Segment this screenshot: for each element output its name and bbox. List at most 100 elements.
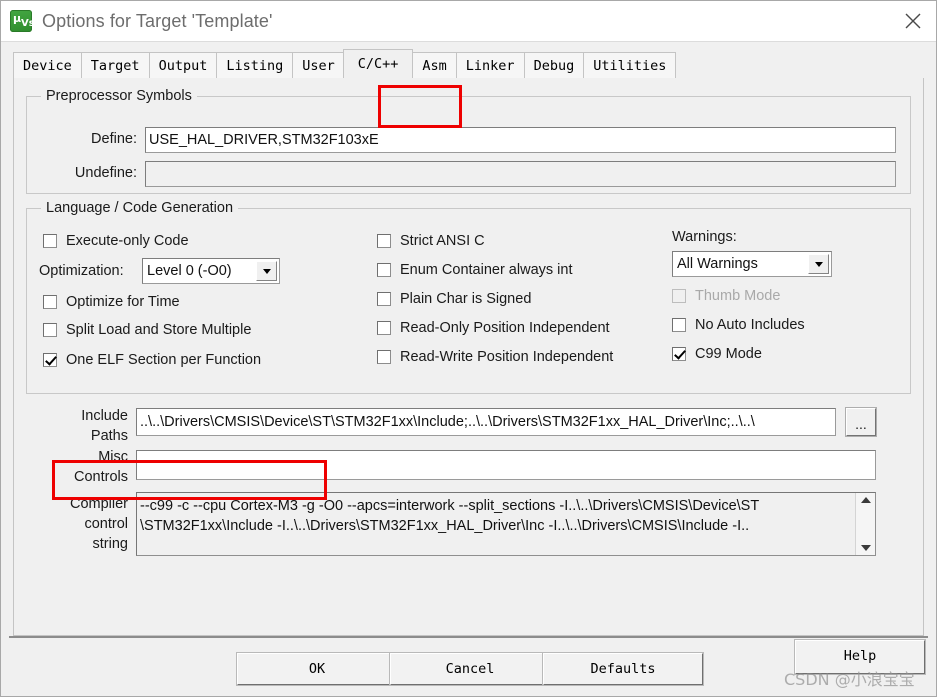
- tab-label: Utilities: [593, 57, 667, 74]
- cancel-button[interactable]: Cancel: [390, 653, 550, 685]
- compiler-control-string-scrollbar[interactable]: [855, 493, 875, 555]
- checkbox-strict-ansi-c[interactable]: Strict ANSI C: [377, 233, 485, 249]
- include-paths-label-line1: Include: [81, 408, 128, 424]
- warnings-label: Warnings:: [672, 229, 737, 245]
- compiler-control-string-label-line3: string: [92, 536, 128, 552]
- checkbox-thumb-mode: Thumb Mode: [672, 288, 780, 304]
- tab-listing[interactable]: Listing: [216, 52, 293, 78]
- tab-label: Output: [158, 57, 208, 74]
- checkbox-box: [672, 347, 686, 361]
- language-code-generation-group: Language / Code Generation Execute-only …: [26, 200, 911, 394]
- checkbox-box: [377, 350, 391, 364]
- checkbox-box: [377, 321, 391, 335]
- tab-label: Debug: [533, 57, 575, 74]
- checkbox-read-only-position-independent[interactable]: Read-Only Position Independent: [377, 320, 610, 336]
- misc-controls-input[interactable]: [136, 450, 876, 480]
- dialog-button-bar: OK Cancel Defaults Help: [1, 636, 936, 696]
- defaults-button[interactable]: Defaults: [543, 653, 703, 685]
- tab-asm[interactable]: Asm: [412, 52, 456, 78]
- checkbox-optimize-for-time[interactable]: Optimize for Time: [43, 294, 180, 310]
- options-dialog-window: μ Vs Options for Target 'Template' Device…: [0, 0, 937, 697]
- misc-controls-label-line1: Misc: [98, 449, 128, 465]
- warnings-select[interactable]: All Warnings: [672, 251, 832, 277]
- checkbox-label: Strict ANSI C: [400, 233, 485, 249]
- chevron-down-icon: [256, 261, 277, 281]
- chevron-down-icon: [808, 254, 829, 274]
- checkbox-label: Optimize for Time: [66, 294, 180, 310]
- checkbox-box: [43, 295, 57, 309]
- tab-user[interactable]: User: [292, 52, 344, 78]
- tab-utilities[interactable]: Utilities: [583, 52, 677, 78]
- checkbox-read-write-position-independent[interactable]: Read-Write Position Independent: [377, 349, 613, 365]
- compiler-control-string-value: --c99 -c --cpu Cortex-M3 -g -O0 --apcs=i…: [140, 498, 760, 534]
- checkbox-box: [377, 234, 391, 248]
- tab-linker[interactable]: Linker: [455, 52, 524, 78]
- ok-button[interactable]: OK: [237, 653, 397, 685]
- include-paths-label-line2: Paths: [90, 428, 128, 444]
- compiler-control-string-label-line2: control: [84, 516, 128, 532]
- optimization-select[interactable]: Level 0 (-O0): [142, 258, 280, 284]
- undefine-input[interactable]: [145, 161, 896, 187]
- warnings-value: All Warnings: [677, 256, 758, 272]
- tab-target[interactable]: Target: [80, 52, 149, 78]
- tab-label: Listing: [226, 57, 284, 74]
- checkbox-box: [672, 289, 686, 303]
- tab-label: Device: [23, 57, 72, 74]
- undefine-label: Undefine:: [74, 165, 137, 181]
- define-input[interactable]: USE_HAL_DRIVER,STM32F103xE: [145, 127, 896, 153]
- tab-device[interactable]: Device: [13, 52, 81, 78]
- compiler-control-string-label-line1: Compiler: [69, 496, 128, 512]
- close-icon[interactable]: [890, 1, 936, 41]
- dialog-body: Device Target Output Listing User C/C++ …: [1, 41, 936, 696]
- checkbox-label: Execute-only Code: [66, 233, 189, 249]
- tab-debug[interactable]: Debug: [523, 52, 584, 78]
- tab-label: Linker: [465, 57, 515, 74]
- chevron-down-icon[interactable]: [860, 545, 871, 551]
- checkbox-label: Thumb Mode: [695, 288, 781, 304]
- group-title: Preprocessor Symbols: [41, 88, 197, 104]
- checkbox-label: One ELF Section per Function: [66, 352, 262, 368]
- checkbox-c99-mode[interactable]: C99 Mode: [672, 346, 762, 362]
- checkbox-box: [43, 234, 57, 248]
- tab-label: User: [302, 57, 335, 74]
- checkbox-label: Read-Write Position Independent: [400, 349, 614, 365]
- preprocessor-symbols-group: Preprocessor Symbols Define: USE_HAL_DRI…: [26, 88, 911, 194]
- compiler-control-string-textarea[interactable]: --c99 -c --cpu Cortex-M3 -g -O0 --apcs=i…: [136, 492, 876, 556]
- chevron-up-icon[interactable]: [860, 497, 871, 503]
- checkbox-execute-only-code[interactable]: Execute-only Code: [43, 233, 189, 249]
- tab-c-cpp[interactable]: C/C++: [342, 49, 414, 78]
- include-paths-input[interactable]: ..\..\Drivers\CMSIS\Device\ST\STM32F1xx\…: [136, 408, 836, 436]
- checkbox-label: Plain Char is Signed: [400, 291, 532, 307]
- tab-label: Asm: [422, 57, 447, 74]
- checkbox-label: C99 Mode: [695, 346, 762, 362]
- checkbox-box: [43, 353, 57, 367]
- divider: [9, 636, 928, 638]
- checkbox-box: [672, 318, 686, 332]
- help-button[interactable]: Help: [795, 640, 925, 674]
- title-bar: μ Vs Options for Target 'Template': [1, 1, 936, 41]
- uvision-icon: μ Vs: [10, 10, 35, 32]
- misc-controls-label-line2: Controls: [74, 469, 128, 485]
- checkbox-label: Enum Container always int: [400, 262, 573, 278]
- tab-output[interactable]: Output: [148, 52, 217, 78]
- checkbox-one-elf-section-per-function[interactable]: One ELF Section per Function: [43, 352, 261, 368]
- checkbox-label: No Auto Includes: [695, 317, 805, 333]
- c-cpp-settings-page: Preprocessor Symbols Define: USE_HAL_DRI…: [13, 78, 924, 636]
- define-label: Define:: [91, 131, 137, 147]
- tab-label: C/C++: [357, 56, 399, 72]
- window-title: Options for Target 'Template': [42, 10, 273, 31]
- checkbox-label: Split Load and Store Multiple: [66, 322, 252, 338]
- checkbox-split-load-and-store-multiple[interactable]: Split Load and Store Multiple: [43, 322, 251, 338]
- tab-strip: Device Target Output Listing User C/C++ …: [13, 49, 924, 78]
- checkbox-enum-container-always-int[interactable]: Enum Container always int: [377, 262, 572, 278]
- group-title: Language / Code Generation: [41, 200, 239, 216]
- checkbox-box: [43, 323, 57, 337]
- tab-label: Target: [90, 57, 140, 74]
- optimization-value: Level 0 (-O0): [147, 263, 232, 279]
- checkbox-label: Read-Only Position Independent: [400, 320, 610, 336]
- checkbox-plain-char-is-signed[interactable]: Plain Char is Signed: [377, 291, 531, 307]
- checkbox-no-auto-includes[interactable]: No Auto Includes: [672, 317, 805, 333]
- optimization-label: Optimization:: [39, 263, 124, 279]
- checkbox-box: [377, 263, 391, 277]
- browse-include-paths-button[interactable]: ...: [846, 408, 876, 436]
